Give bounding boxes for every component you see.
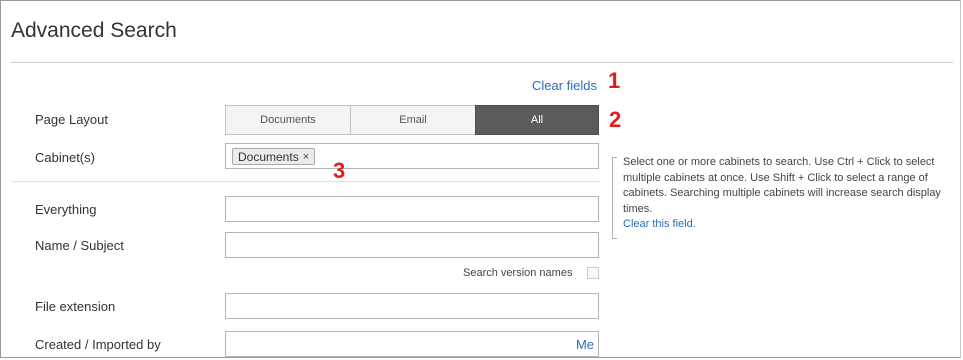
everything-input[interactable] (225, 196, 599, 222)
page-layout-label: Page Layout (35, 112, 109, 127)
clear-this-field-link[interactable]: Clear this field. (623, 217, 953, 233)
cabinets-help: Select one or more cabinets to search. U… (623, 155, 953, 233)
cabinets-field[interactable]: Documents × (225, 143, 599, 169)
created-imported-by-label: Created / Imported by (35, 337, 161, 352)
name-subject-input[interactable] (225, 232, 599, 258)
layout-option-email[interactable]: Email (350, 105, 476, 135)
search-version-names-label: Search version names (463, 267, 573, 279)
page-title: Advanced Search (11, 19, 177, 42)
cabinets-help-text: Select one or more cabinets to search. U… (623, 156, 941, 215)
section-divider (11, 181, 601, 182)
file-extension-label: File extension (35, 299, 116, 314)
created-imported-by-input[interactable]: Me (225, 331, 599, 357)
annotation-marker-1: 1 (608, 68, 621, 93)
cabinet-chip-documents: Documents × (232, 148, 316, 165)
me-link[interactable]: Me (576, 337, 594, 352)
advanced-search-panel: Advanced Search Clear fields 1 Page Layo… (0, 0, 961, 358)
search-version-names-checkbox[interactable] (587, 267, 599, 279)
file-extension-input[interactable] (225, 293, 599, 319)
annotation-marker-2: 2 (609, 107, 622, 132)
layout-option-all[interactable]: All (475, 105, 599, 135)
everything-label: Everything (35, 202, 97, 217)
help-bracket (612, 157, 617, 239)
clear-fields-link[interactable]: Clear fields (532, 78, 597, 93)
cabinet-chip-label: Documents (238, 149, 299, 164)
name-subject-label: Name / Subject (35, 238, 124, 253)
title-divider (11, 62, 953, 63)
cabinets-label: Cabinet(s) (35, 150, 95, 165)
remove-chip-icon[interactable]: × (303, 151, 309, 163)
layout-option-documents[interactable]: Documents (225, 105, 351, 135)
